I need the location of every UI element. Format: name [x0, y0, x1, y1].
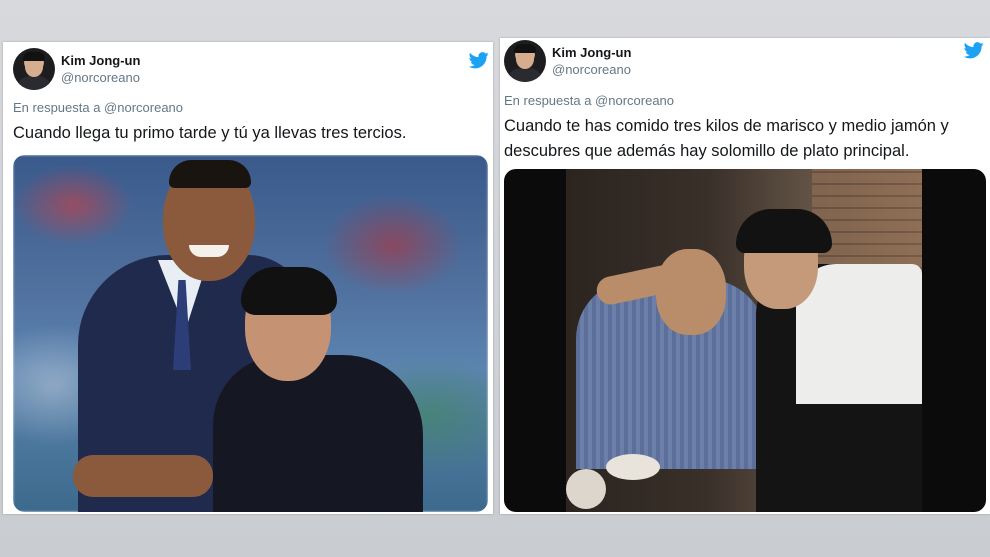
photo-person-smile [189, 245, 229, 257]
reply-context[interactable]: En respuesta a @norcoreano [13, 100, 183, 115]
photo-second-person-suit [213, 355, 423, 512]
avatar[interactable] [504, 40, 546, 82]
avatar-suit [507, 68, 543, 82]
photo-hand [73, 455, 213, 497]
video-scene [566, 169, 922, 512]
author-handle[interactable]: @norcoreano [61, 70, 140, 85]
avatar-suit [16, 76, 52, 90]
tweet-card[interactable]: Kim Jong-un @norcoreano En respuesta a @… [3, 42, 493, 514]
avatar-hair [23, 52, 45, 61]
avatar[interactable] [13, 48, 55, 90]
photo-second-person-hair [241, 267, 337, 315]
video-brick-wall [812, 169, 922, 279]
tweet-text: Cuando llega tu primo tarde y tú ya llev… [13, 124, 407, 142]
video-waiter-hair [736, 209, 832, 253]
author-handle[interactable]: @norcoreano [552, 62, 631, 77]
video-plate [606, 454, 660, 480]
photo-person-hair [169, 160, 251, 188]
tweet-card[interactable]: Kim Jong-un @norcoreano En respuesta a @… [500, 38, 990, 514]
reply-context[interactable]: En respuesta a @norcoreano [504, 93, 674, 108]
tweet-gif[interactable] [504, 169, 986, 512]
author-name[interactable]: Kim Jong-un [552, 45, 631, 60]
avatar-hair [514, 44, 536, 53]
tweet-text: Cuando te has comido tres kilos de maris… [504, 117, 949, 160]
twitter-bird-icon[interactable] [964, 42, 984, 59]
author-name[interactable]: Kim Jong-un [61, 53, 140, 68]
tweet-photo[interactable] [13, 155, 488, 512]
twitter-bird-icon[interactable] [469, 52, 489, 69]
video-plate [566, 469, 606, 509]
